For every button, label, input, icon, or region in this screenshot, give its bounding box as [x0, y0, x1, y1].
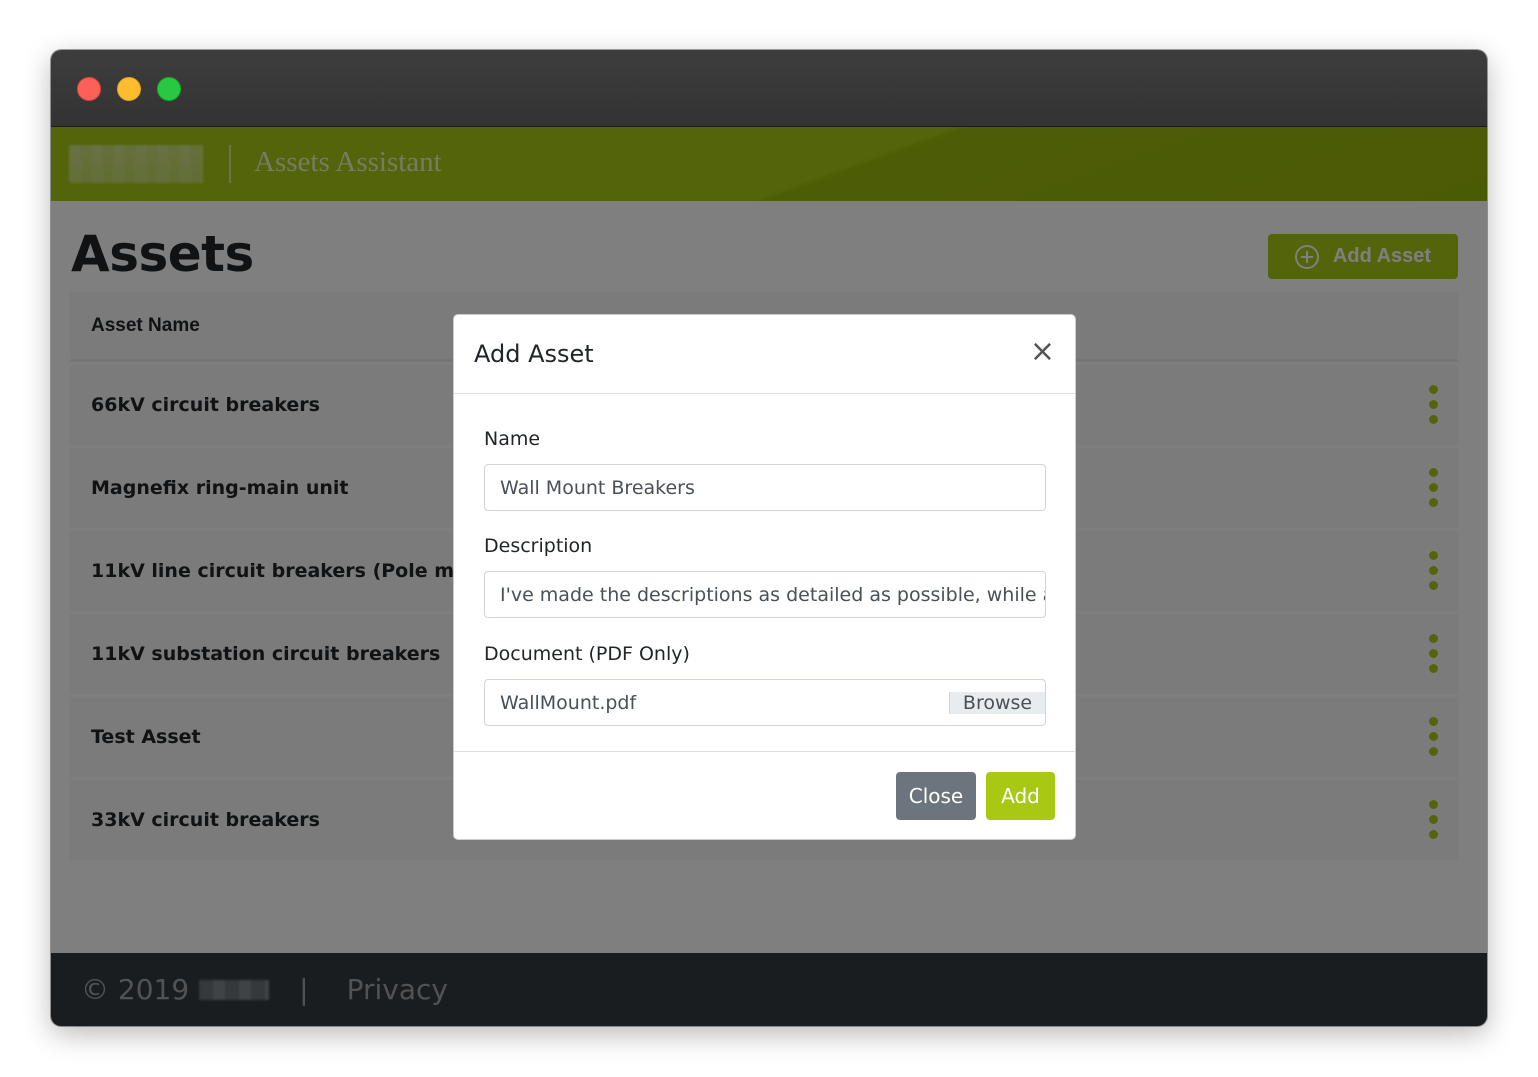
close-button[interactable]: Close [896, 772, 976, 820]
browse-button[interactable]: Browse [949, 691, 1045, 714]
modal-footer: Close Add [454, 751, 1075, 841]
description-field[interactable]: I've made the descriptions as detailed a… [484, 571, 1046, 618]
minimize-window-icon[interactable] [117, 77, 141, 101]
add-button[interactable]: Add [986, 772, 1055, 820]
document-file-input[interactable]: WallMount.pdf Browse [484, 679, 1046, 726]
title-bar [51, 50, 1487, 127]
add-asset-modal: Add Asset × Name Wall Mount Breakers Des… [453, 314, 1076, 840]
zoom-window-icon[interactable] [157, 77, 181, 101]
modal-header: Add Asset × [454, 315, 1075, 394]
app-root: Assets Assistant Assets Add Asset Asset … [51, 127, 1487, 1026]
document-file-name: WallMount.pdf [500, 691, 637, 714]
close-icon[interactable]: × [1030, 337, 1055, 367]
description-label: Description [484, 535, 593, 557]
app-window: Assets Assistant Assets Add Asset Asset … [51, 50, 1487, 1026]
name-label: Name [484, 428, 541, 450]
modal-title: Add Asset [474, 340, 594, 368]
close-window-icon[interactable] [77, 77, 101, 101]
name-field[interactable]: Wall Mount Breakers [484, 464, 1046, 511]
document-label: Document (PDF Only) [484, 643, 690, 665]
